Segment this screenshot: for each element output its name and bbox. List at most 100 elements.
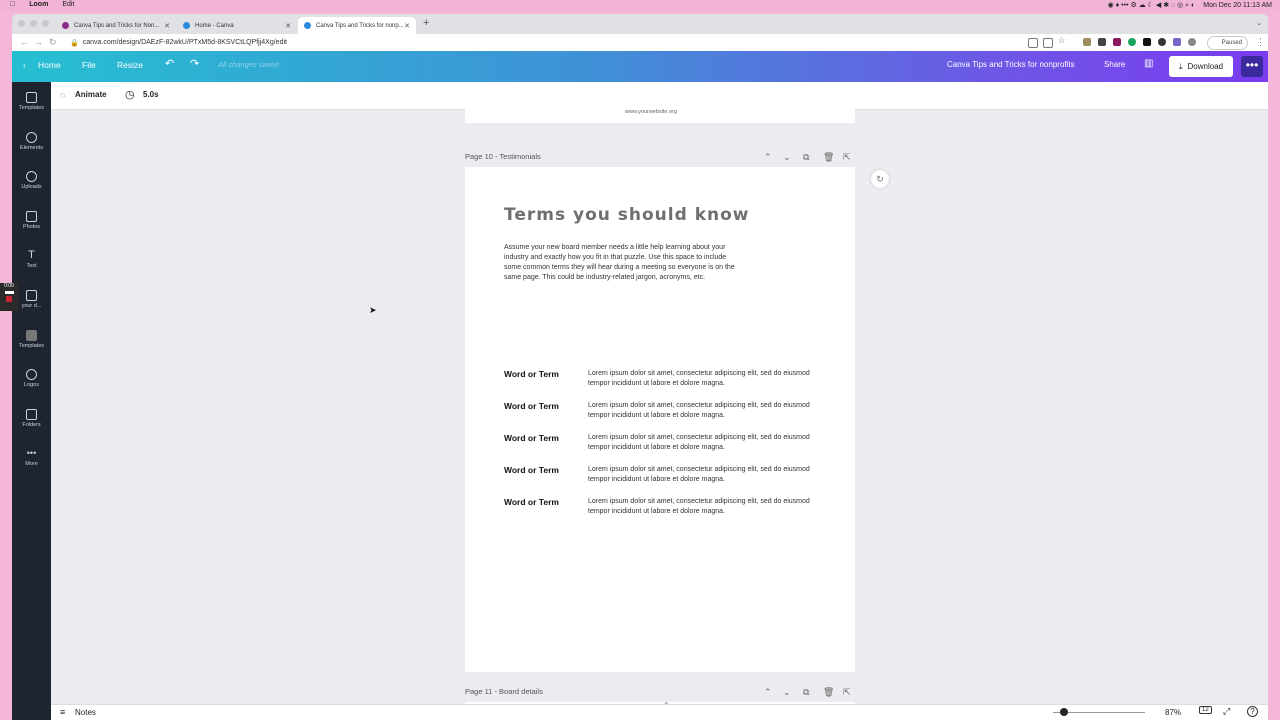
canva-favicon-icon: [62, 22, 69, 29]
term-definition[interactable]: Lorem ipsum dolor sit amet, consectetur …: [588, 465, 820, 485]
sidebar-item-label: Text: [26, 263, 37, 269]
back-icon[interactable]: ←: [20, 37, 29, 47]
home-button[interactable]: Home: [38, 60, 61, 70]
expand-pages-icon[interactable]: ⌃: [663, 701, 670, 710]
undo-icon[interactable]: ↶: [165, 57, 174, 70]
term-definition[interactable]: Lorem ipsum dolor sit amet, consectetur …: [588, 433, 820, 453]
term-word[interactable]: Word or Term: [504, 497, 559, 507]
delete-page-icon[interactable]: 🗑: [823, 687, 834, 698]
chevron-left-icon[interactable]: ‹: [23, 60, 26, 70]
more-dots-icon: •••: [26, 448, 37, 458]
term-word[interactable]: Word or Term: [504, 465, 559, 475]
design-page-10[interactable]: Terms you should know Assume your new bo…: [465, 167, 855, 672]
sidebar-item-uploads[interactable]: Uploads: [12, 171, 51, 190]
new-tab-icon[interactable]: +: [423, 17, 429, 29]
close-tab-icon[interactable]: ✕: [404, 22, 410, 30]
context-toolbar: ◌ Animate ◷ 5.0s: [51, 82, 1268, 110]
sidebar-item-text[interactable]: T Text: [12, 250, 51, 270]
tab-canva-tips-active[interactable]: Canva Tips and Tricks for nonp... ✕: [298, 17, 416, 34]
term-word[interactable]: Word or Term: [504, 369, 559, 379]
menu-edit[interactable]: Edit: [62, 1, 74, 8]
loom-recorder-widget[interactable]: 0:00: [0, 283, 18, 311]
term-word[interactable]: Word or Term: [504, 433, 559, 443]
extension-icon[interactable]: [1083, 38, 1091, 46]
sidebar-item-label: Photos: [22, 224, 41, 230]
sidebar-item-label: More: [25, 461, 38, 467]
page-title[interactable]: Terms you should know: [504, 205, 750, 225]
share-page-icon[interactable]: [1043, 38, 1053, 48]
sidebar-item-folders[interactable]: Folders: [12, 409, 51, 428]
chevron-down-icon[interactable]: ⌄: [783, 687, 791, 698]
sidebar-item-elements[interactable]: Elements: [12, 132, 51, 151]
extension-icon[interactable]: [1173, 38, 1181, 46]
fullscreen-icon[interactable]: ⤢: [1223, 706, 1230, 717]
refresh-rotate-icon[interactable]: ↻: [871, 170, 889, 188]
file-menu-button[interactable]: File: [82, 60, 96, 70]
page-10-label[interactable]: Page 10 - Testimonials: [465, 152, 541, 161]
sidebar-item-templates[interactable]: Templates: [12, 92, 51, 111]
menu-app-name[interactable]: Loom: [29, 1, 48, 8]
window-controls[interactable]: [18, 20, 49, 27]
share-button[interactable]: Share: [1104, 60, 1125, 69]
close-tab-icon[interactable]: ✕: [164, 22, 170, 30]
browser-window: Canva Tips and Tricks for Non... ✕ Home …: [12, 14, 1268, 720]
tab-home-canva[interactable]: Home - Canva ✕: [177, 17, 297, 34]
animate-button[interactable]: Animate: [75, 90, 107, 99]
more-options-button[interactable]: •••: [1241, 56, 1263, 77]
apple-icon[interactable]: : [10, 1, 15, 8]
page-11-label[interactable]: Page 11 - Board details: [465, 687, 543, 696]
chevron-up-icon[interactable]: ⌃: [764, 687, 772, 698]
add-page-icon[interactable]: ⇱: [843, 687, 851, 698]
add-page-icon[interactable]: ⇱: [843, 152, 851, 163]
sidebar-item-templates-2[interactable]: Templates: [12, 330, 51, 349]
status-icons: ◉ ♦ ••• ⚙ ☁ ☾ ◀ ✱ ◌ ◎ ⌕ ◐: [1107, 2, 1196, 9]
puzzle-icon[interactable]: [1188, 38, 1196, 46]
canva-header: ‹ Home File Resize ↶ ↷ All changes saved…: [12, 51, 1268, 82]
delete-page-icon[interactable]: 🗑: [823, 152, 834, 163]
tab-canva-tips-1[interactable]: Canva Tips and Tricks for Non... ✕: [56, 17, 176, 34]
zoom-slider-handle[interactable]: [1060, 708, 1068, 716]
duplicate-page-icon[interactable]: ⧉: [803, 152, 809, 163]
page-11-header: Page 11 - Board details ⌃ ⌄ ⧉ 🗑 ⇱: [465, 687, 855, 701]
lock-icon: 🔒: [70, 39, 79, 47]
reload-icon[interactable]: ↻: [49, 37, 57, 48]
zoom-level[interactable]: 87%: [1165, 708, 1181, 717]
duration-button[interactable]: 5.0s: [143, 90, 159, 99]
extension-icon[interactable]: [1113, 38, 1121, 46]
forward-icon[interactable]: →: [34, 37, 43, 47]
extension-icon[interactable]: [1098, 38, 1106, 46]
term-definition[interactable]: Lorem ipsum dolor sit amet, consectetur …: [588, 497, 820, 517]
address-bar[interactable]: 🔒 canva.com/design/DAEzF-82wkU/PTxM5d-8K…: [70, 36, 1110, 49]
insights-icon[interactable]: ▥: [1144, 58, 1153, 69]
term-definition[interactable]: Lorem ipsum dolor sit amet, consectetur …: [588, 401, 820, 421]
chevron-up-icon[interactable]: ⌃: [764, 152, 772, 163]
zoom-icon[interactable]: [1028, 38, 1038, 48]
stop-icon[interactable]: [6, 296, 12, 302]
notes-button[interactable]: Notes: [75, 708, 96, 717]
chevron-down-icon[interactable]: ⌄: [783, 152, 791, 163]
tab-search-icon[interactable]: ⌄: [1256, 19, 1262, 27]
logos-icon: [26, 369, 37, 380]
extension-icon[interactable]: [1143, 38, 1151, 46]
star-icon[interactable]: ☆: [1058, 36, 1066, 45]
recording-bar: [4, 291, 14, 294]
browser-menu-icon[interactable]: ⋮: [1256, 37, 1265, 48]
term-definition[interactable]: Lorem ipsum dolor sit amet, consectetur …: [588, 369, 820, 389]
duplicate-page-icon[interactable]: ⧉: [803, 687, 809, 698]
redo-icon[interactable]: ↷: [190, 57, 199, 70]
sidebar-item-logos[interactable]: Logos: [12, 369, 51, 388]
resize-button[interactable]: Resize: [117, 60, 143, 70]
extension-icon[interactable]: [1158, 38, 1166, 46]
intro-paragraph[interactable]: Assume your new board member needs a lit…: [504, 243, 744, 283]
help-icon[interactable]: ?: [1247, 706, 1258, 717]
download-button[interactable]: ⤓ Download: [1169, 56, 1233, 77]
design-title[interactable]: Canva Tips and Tricks for nonprofits: [947, 60, 1075, 69]
sidebar-item-more[interactable]: ••• More: [12, 448, 51, 467]
close-tab-icon[interactable]: ✕: [285, 22, 291, 30]
term-word[interactable]: Word or Term: [504, 401, 559, 411]
profile-paused-button[interactable]: Paused: [1206, 36, 1248, 50]
sidebar-item-photos[interactable]: Photos: [12, 211, 51, 230]
page-count-button[interactable]: 12: [1199, 706, 1212, 714]
browser-toolbar: ← → ↻ 🔒 canva.com/design/DAEzF-82wkU/PTx…: [12, 34, 1268, 52]
extension-icon[interactable]: [1128, 38, 1136, 46]
